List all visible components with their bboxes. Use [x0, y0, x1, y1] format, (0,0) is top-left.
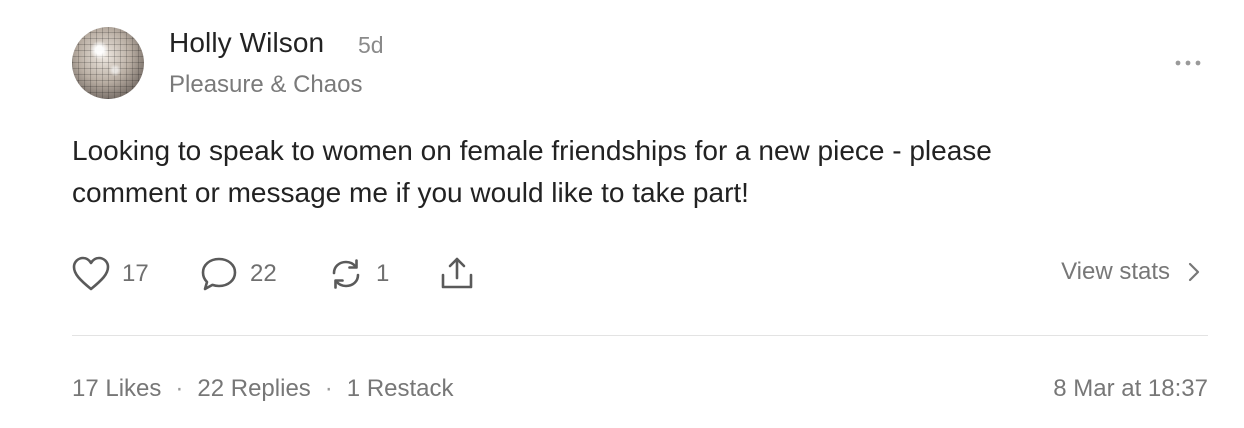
- author-avatar[interactable]: [72, 27, 144, 99]
- post-body: Looking to speak to women on female frie…: [72, 130, 1172, 214]
- restack-button[interactable]: 1: [328, 256, 439, 292]
- view-stats-label: View stats: [1061, 258, 1170, 285]
- more-options-button[interactable]: [1170, 50, 1206, 76]
- more-dots-icon: [1175, 60, 1201, 66]
- divider: [72, 335, 1208, 336]
- restack-count: 1: [376, 260, 390, 287]
- post-timestamp: 8 Mar at 18:37: [1053, 375, 1208, 402]
- summary-separator: ·: [175, 375, 184, 402]
- restacks-summary-link[interactable]: 1 Restack: [347, 375, 454, 403]
- reply-count: 22: [250, 260, 277, 287]
- publication-name[interactable]: Pleasure & Chaos: [169, 71, 362, 99]
- reply-button[interactable]: 22: [200, 256, 328, 292]
- view-stats-link[interactable]: View stats: [1061, 258, 1200, 286]
- likes-summary-link[interactable]: 17 Likes: [72, 375, 161, 403]
- action-bar: 17 22 1: [72, 254, 475, 294]
- post-body-line: Looking to speak to women on female frie…: [72, 135, 992, 166]
- like-count: 17: [122, 260, 149, 287]
- heart-icon: [72, 256, 110, 291]
- summary-separator: ·: [324, 375, 333, 402]
- post-body-line: comment or message me if you would like …: [72, 177, 749, 208]
- restack-icon: [332, 259, 360, 289]
- author-name[interactable]: Holly Wilson: [169, 27, 324, 59]
- note-card: Holly Wilson 5d Pleasure & Chaos Looking…: [0, 0, 1244, 428]
- like-button[interactable]: 17: [72, 256, 200, 292]
- share-icon: [441, 257, 473, 289]
- replies-summary-link[interactable]: 22 Replies: [197, 375, 310, 403]
- engagement-summary: 17 Likes · 22 Replies · 1 Restack: [72, 375, 454, 403]
- chevron-right-icon: [1188, 262, 1200, 282]
- comment-icon: [201, 257, 237, 291]
- post-time-ago[interactable]: 5d: [358, 32, 384, 59]
- share-button[interactable]: [439, 256, 475, 292]
